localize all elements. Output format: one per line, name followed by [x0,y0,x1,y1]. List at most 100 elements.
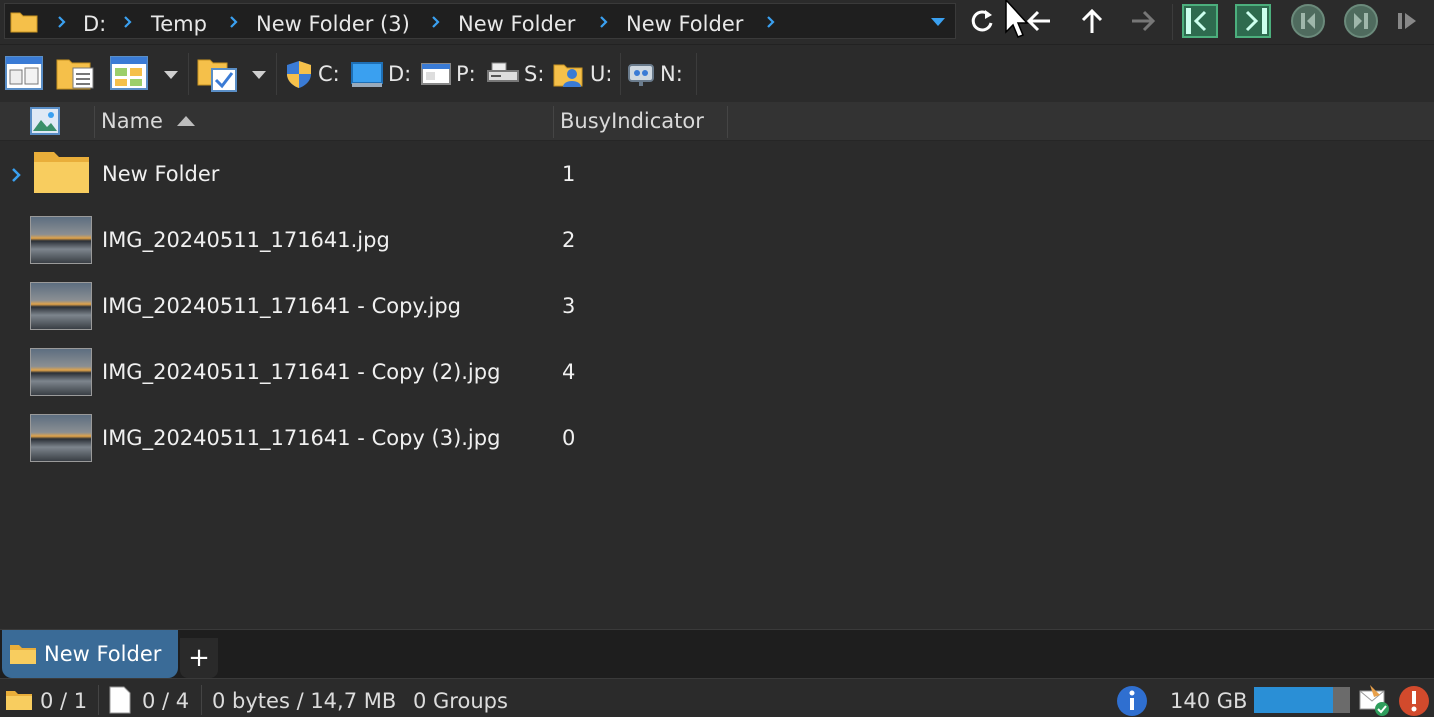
file-name: New Folder [102,162,220,186]
play-icon [1398,13,1416,29]
status-bar: 0 / 1 0 / 4 0 bytes / 14,7 MB 0 Groups 1… [0,678,1434,717]
busy-value: 4 [562,360,576,384]
dual-pane-icon [56,59,94,90]
sort-ascending-icon [176,116,195,126]
tab-label: New Folder [44,642,162,666]
free-space: 140 GB [1170,689,1248,713]
chevron-right-icon[interactable] [123,13,133,31]
list-item[interactable]: IMG_20240511_171641.jpg 2 [0,208,1434,274]
breadcrumb-item-new-folder-current[interactable]: New Folder [626,12,743,36]
drive-c-button[interactable]: C: [284,57,340,91]
list-item[interactable]: IMG_20240511_171641 - Copy.jpg 3 [0,274,1434,340]
layout-grid-icon [110,56,148,90]
file-name: IMG_20240511_171641.jpg [102,228,390,252]
play-button[interactable] [1390,2,1426,40]
free-space-bar [1254,687,1350,713]
panel-left-icon [1182,4,1218,38]
drive-label: P: [456,62,476,86]
image-icon [30,107,60,135]
group-count: 0 Groups [413,689,508,713]
list-item[interactable]: New Folder 1 [0,142,1434,208]
scanner-drive-icon [487,62,519,82]
go-to-start-button[interactable] [1180,2,1220,40]
forward-button[interactable] [1124,2,1164,40]
breadcrumb[interactable]: D: Temp New Folder (3) New Folder New Fo… [4,3,956,39]
breadcrumb-item-new-folder[interactable]: New Folder [458,12,575,36]
network-drive-icon [628,64,654,86]
tab-new-folder[interactable]: New Folder [2,630,178,678]
column-divider[interactable] [727,106,728,138]
thumbnail-column-header[interactable] [30,102,62,140]
drive-label: N: [660,62,683,86]
column-divider[interactable] [553,106,554,138]
toolbar-divider [1172,4,1173,40]
status-divider [98,685,99,715]
chevron-down-icon[interactable] [250,69,268,81]
folder-icon [10,645,36,664]
folder-count: 0 / 1 [40,689,88,713]
free-space-bar-fill [1254,687,1333,713]
list-item[interactable]: IMG_20240511_171641 - Copy (2).jpg 4 [0,340,1434,406]
mouse-cursor-icon [1005,0,1029,38]
drive-p-button[interactable]: P: [420,57,476,91]
new-window-button[interactable] [2,53,48,95]
name-column-label: Name [101,109,163,133]
selection-button[interactable] [194,53,240,95]
busyindicator-column-label: BusyIndicator [560,109,704,133]
image-thumbnail [30,282,92,330]
chevron-right-icon[interactable] [57,13,67,31]
previous-button[interactable] [1288,2,1328,40]
panel-right-icon [1235,4,1271,38]
busy-value: 3 [562,294,576,318]
dual-pane-button[interactable] [52,53,98,95]
arrow-up-icon [1081,8,1103,33]
layout-button[interactable] [106,53,152,95]
column-divider[interactable] [94,106,95,138]
shield-drive-icon [287,61,311,88]
next-button[interactable] [1341,2,1381,40]
list-item[interactable]: IMG_20240511_171641 - Copy (3).jpg 0 [0,406,1434,472]
chevron-down-icon[interactable] [162,69,180,81]
folder-icon [34,152,89,193]
arrow-right-icon [1132,10,1156,32]
size-info: 0 bytes / 14,7 MB [212,689,397,713]
file-count: 0 / 4 [142,689,190,713]
up-button[interactable] [1072,2,1112,40]
drive-u-button[interactable]: U: [552,57,612,91]
go-to-end-button[interactable] [1233,2,1273,40]
drive-s-button[interactable]: S: [486,57,544,91]
column-header: Name BusyIndicator [0,102,1434,141]
toolbar-divider [696,53,697,95]
warning-icon[interactable] [1398,685,1430,717]
drive-n-button[interactable]: N: [626,57,683,91]
add-tab-button[interactable]: + [180,638,218,678]
chevron-right-icon[interactable] [599,13,609,31]
drive-label: U: [590,62,613,86]
folder-icon [6,691,32,710]
expand-chevron-icon[interactable] [10,166,22,184]
drive-d-button[interactable]: D: [350,57,411,91]
plus-icon: + [188,643,210,673]
user-folder-icon [553,64,583,87]
history-dropdown-icon[interactable] [929,16,947,28]
breadcrumb-item-new-folder-3[interactable]: New Folder (3) [256,12,410,36]
chevron-right-icon[interactable] [229,13,239,31]
monitor-drive-icon [351,62,383,87]
chevron-right-icon[interactable] [431,13,441,31]
mail-check-icon[interactable] [1358,683,1392,717]
toolbar-divider [276,53,277,95]
file-icon [109,686,131,714]
busyindicator-column-header[interactable]: BusyIndicator [560,102,726,140]
file-name: IMG_20240511_171641 - Copy (3).jpg [102,426,501,450]
refresh-button[interactable] [962,2,1002,40]
busy-value: 2 [562,228,576,252]
info-icon[interactable] [1116,685,1148,717]
chevron-right-icon[interactable] [766,13,776,31]
breadcrumb-item-temp[interactable]: Temp [151,12,207,36]
new-window-icon [5,56,43,90]
image-thumbnail [30,414,92,462]
name-column-header[interactable]: Name [101,102,551,140]
folder-checklist-icon [197,59,237,92]
circle-previous-icon [1291,4,1325,38]
breadcrumb-item-drive[interactable]: D: [83,12,106,36]
